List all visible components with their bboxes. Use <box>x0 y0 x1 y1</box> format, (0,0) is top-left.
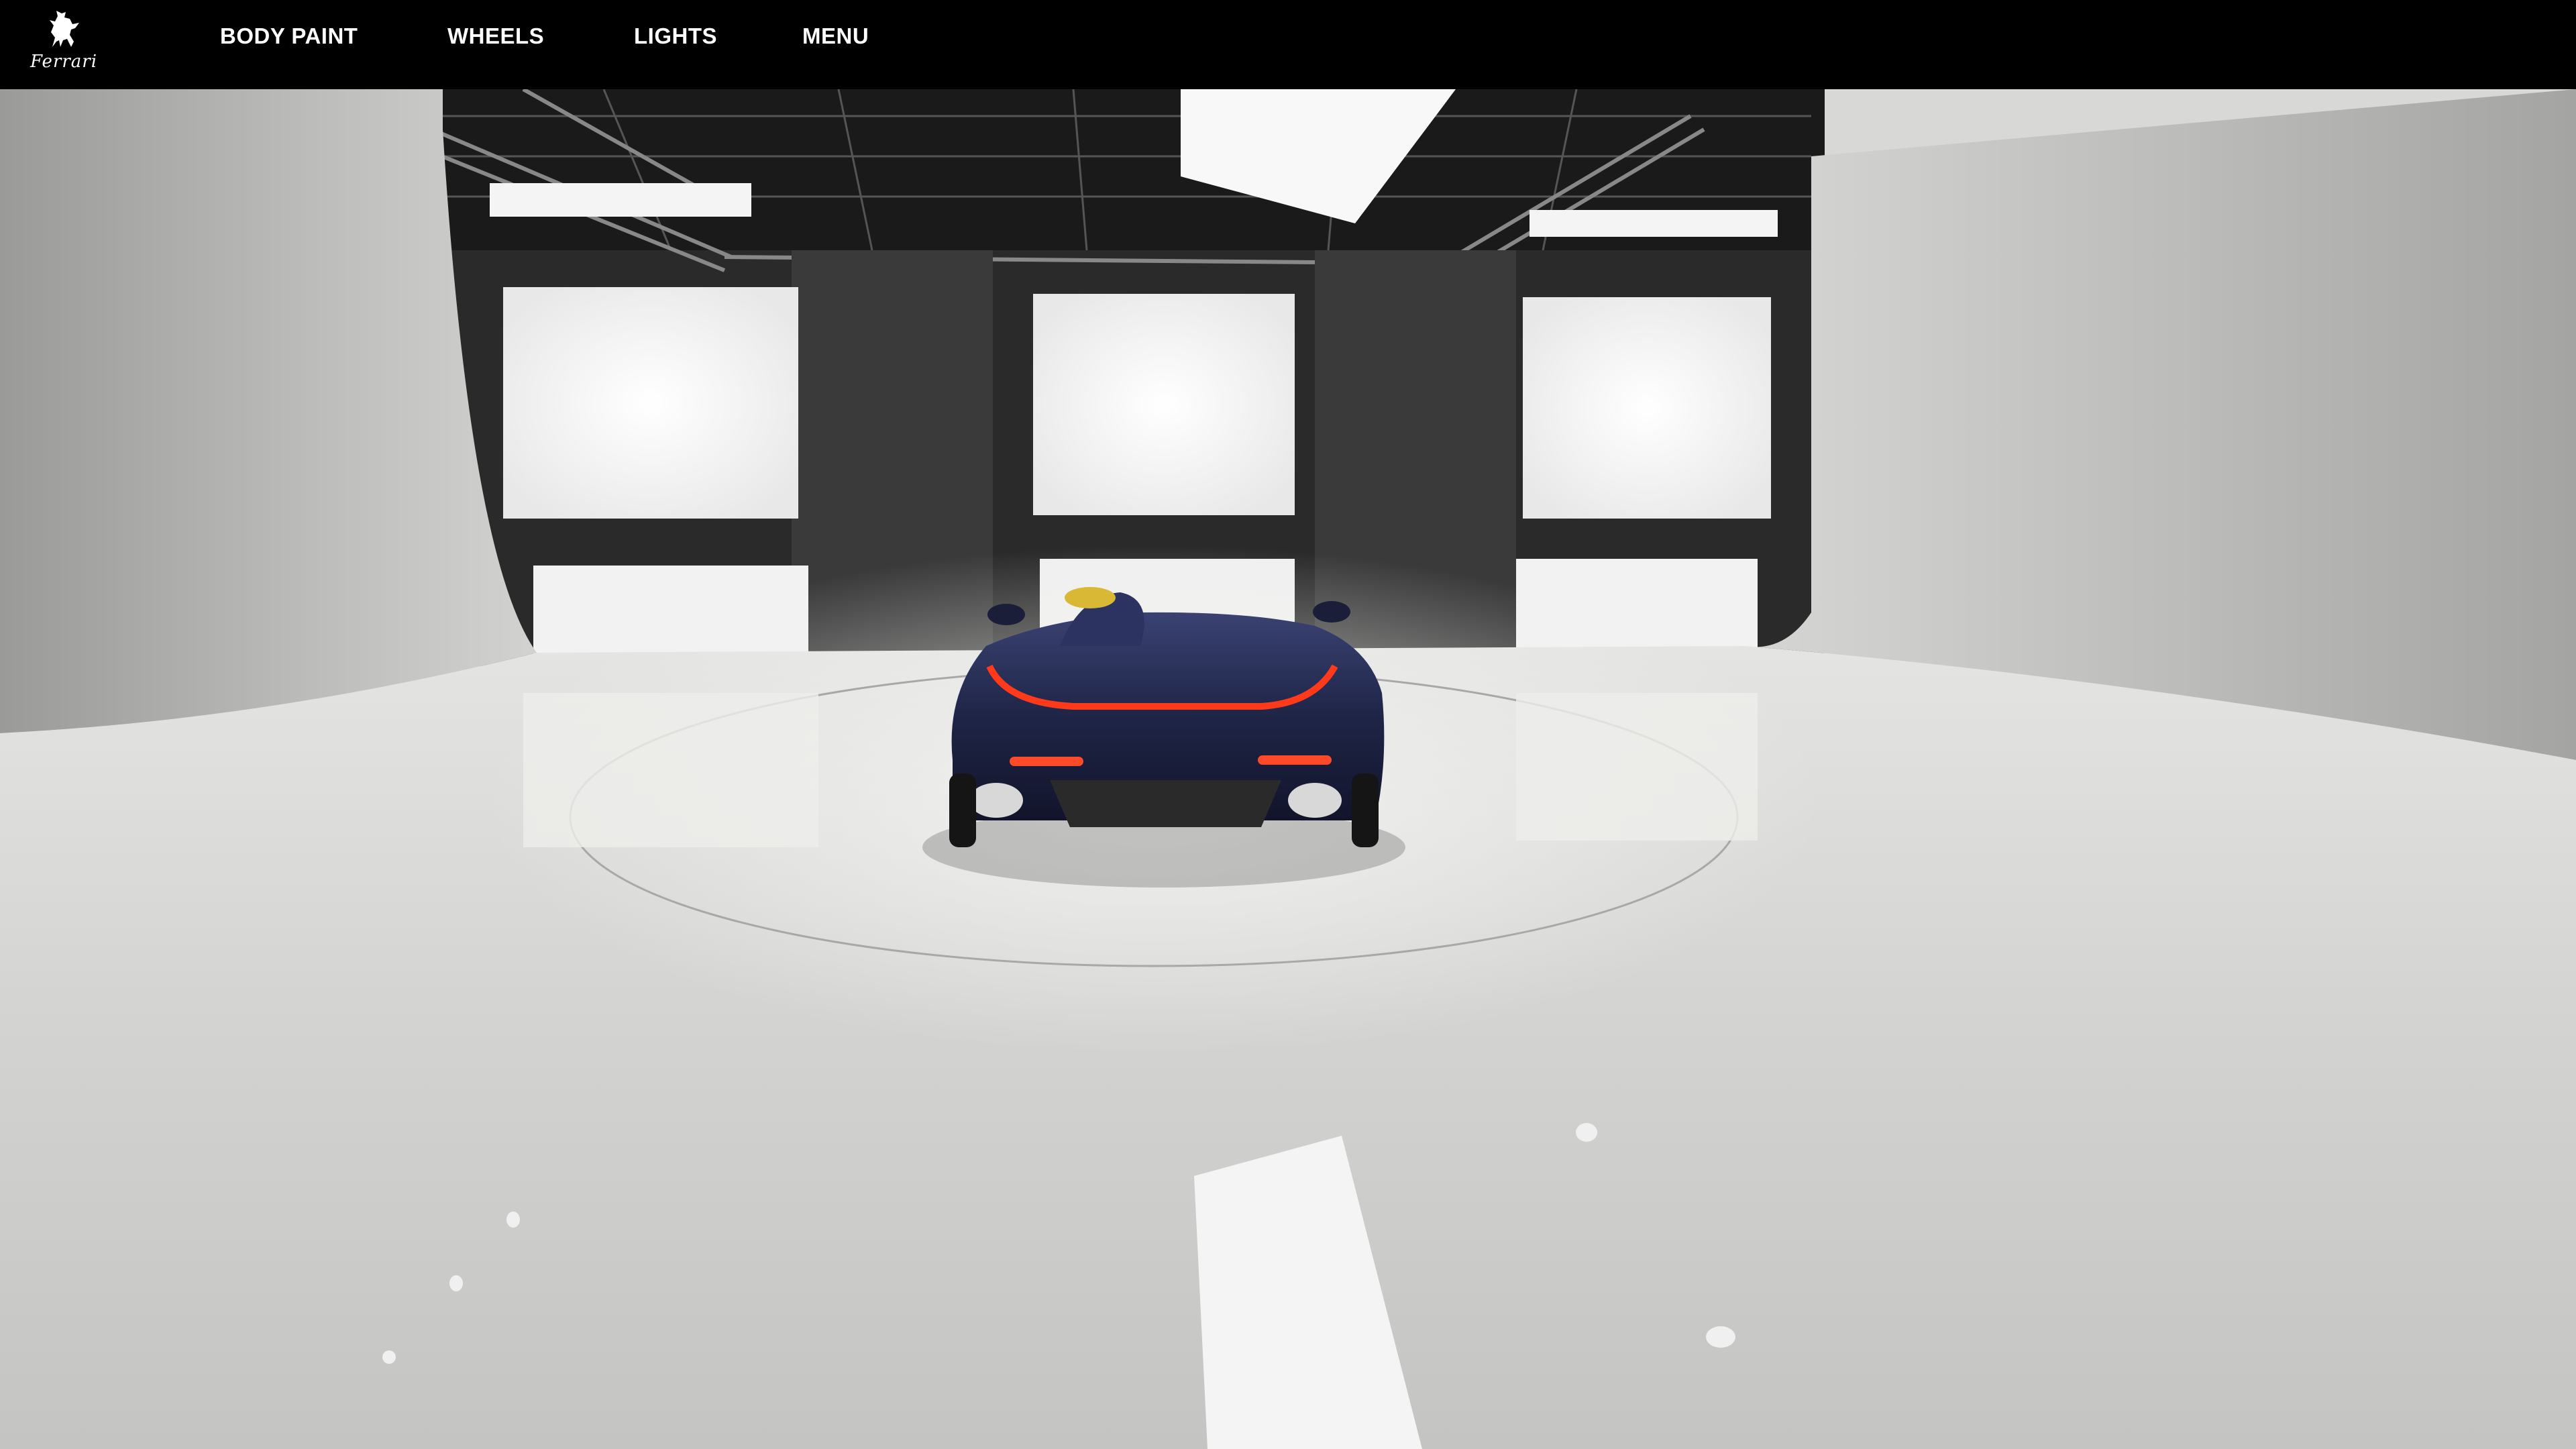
top-navbar: Ferrari BODY PAINT WHEELS LIGHTS MENU <box>0 0 2576 89</box>
nav-menu[interactable]: MENU <box>802 23 869 50</box>
studio-scene <box>0 89 2576 1449</box>
nav-wheels[interactable]: WHEELS <box>447 23 544 50</box>
brand-wordmark: Ferrari <box>30 52 98 72</box>
3d-viewport[interactable] <box>0 89 2576 1449</box>
nav-lights[interactable]: LIGHTS <box>634 23 717 50</box>
prancing-horse-icon <box>50 11 79 47</box>
nav-body-paint[interactable]: BODY PAINT <box>220 23 358 50</box>
ferrari-logo[interactable]: Ferrari <box>27 8 101 78</box>
